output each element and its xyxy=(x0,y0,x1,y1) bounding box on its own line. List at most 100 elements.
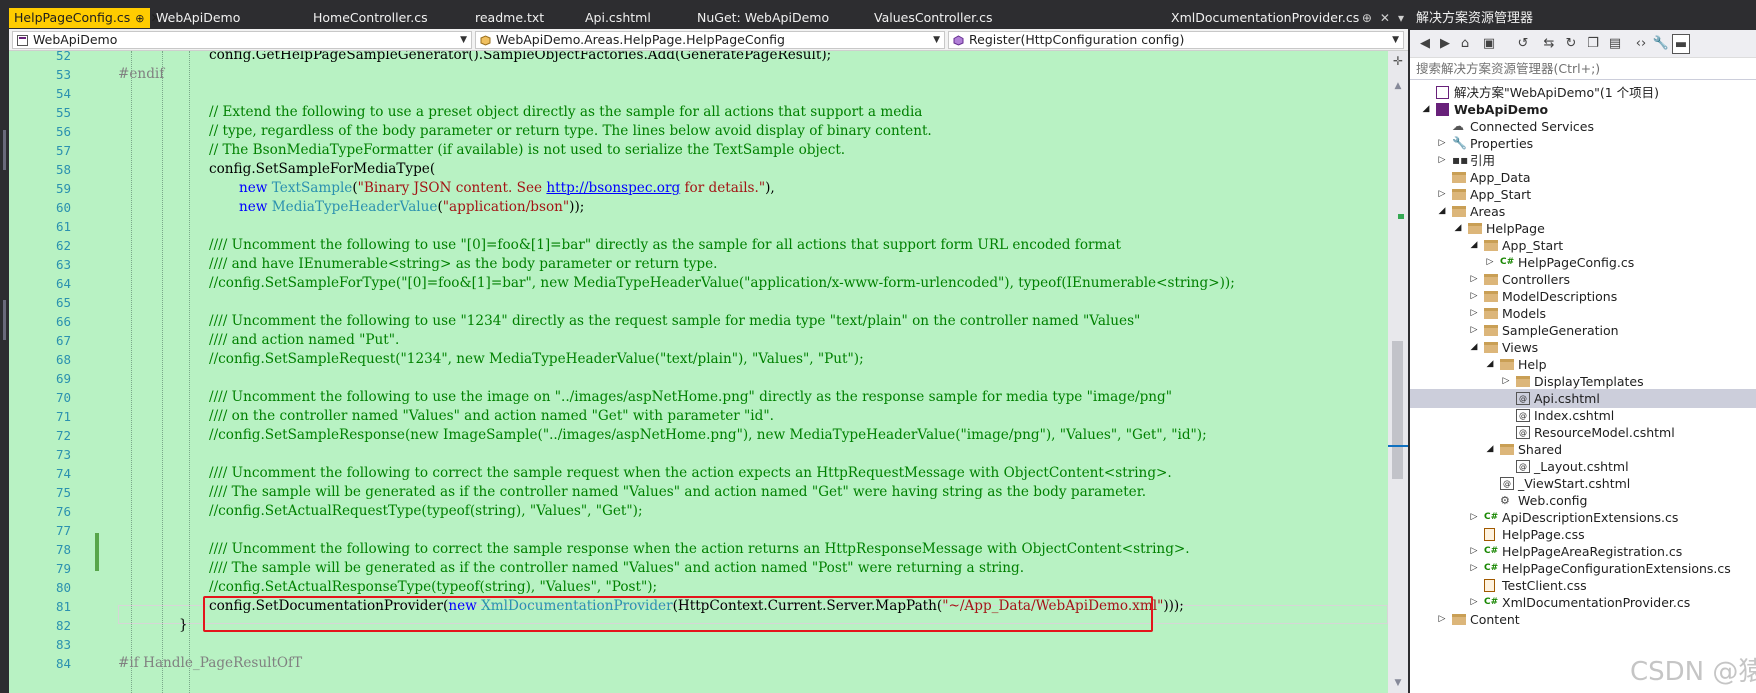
sol-icon xyxy=(1436,86,1449,99)
css-icon xyxy=(1484,528,1495,541)
tab-valuescontroller[interactable]: ValuesController.cs xyxy=(869,8,993,28)
line-number: 76 xyxy=(55,504,71,519)
back-icon[interactable]: ◀ xyxy=(1416,34,1434,54)
line-number: 84 xyxy=(55,656,71,671)
code-line: //config.SetSampleRequest("1234", new Me… xyxy=(209,351,864,367)
member-dropdown-value: Register(HttpConfiguration config) xyxy=(969,32,1185,47)
code-line: } xyxy=(179,617,188,633)
cshtml-icon: @ xyxy=(1516,460,1530,473)
split-window-icon[interactable]: ✛ xyxy=(1391,54,1405,68)
tab-xmldocumentationprovider[interactable]: XmlDocumentationProvider.cs xyxy=(1166,8,1359,28)
line-number: 83 xyxy=(55,637,71,652)
code-line: //config.SetSampleForType("[0]=foo&[1]=b… xyxy=(209,275,1235,291)
tab-readme[interactable]: readme.txt xyxy=(470,8,544,28)
line-number: 59 xyxy=(55,181,71,196)
code-line: //// The sample will be generated as if … xyxy=(209,560,1025,576)
line-number: 52 xyxy=(55,51,71,63)
tab-homecontroller[interactable]: HomeController.cs xyxy=(308,8,428,28)
folder-icon xyxy=(1452,189,1466,200)
line-number: 56 xyxy=(55,124,71,139)
code-line: // type, regardless of the body paramete… xyxy=(209,123,932,139)
line-number: 77 xyxy=(55,523,71,538)
line-number: 67 xyxy=(55,333,71,348)
cs-icon: C# xyxy=(1484,597,1499,607)
ref-icon: ▪▪ xyxy=(1452,153,1469,167)
close-icon[interactable]: ✕ xyxy=(1380,11,1390,25)
code-view-icon[interactable]: ‹› xyxy=(1632,34,1650,54)
folder-icon xyxy=(1452,206,1466,217)
forward-icon[interactable]: ▶ xyxy=(1436,34,1454,54)
solution-explorer-title: 解决方案资源管理器 xyxy=(1410,8,1756,30)
show-all-files-icon[interactable]: ▤ xyxy=(1606,34,1624,54)
scroll-down-arrow-icon[interactable]: ▼ xyxy=(1388,678,1408,688)
type-dropdown[interactable]: WebApiDemo.Areas.HelpPage.HelpPageConfig… xyxy=(475,31,945,49)
sync-icon[interactable]: ⇆ xyxy=(1540,34,1558,54)
document-tab-bar: HelpPageConfig.cs ⊕ ✕ WebApiDemo HomeContr… xyxy=(9,8,1408,28)
member-dropdown[interactable]: Register(HttpConfiguration config) ▼ xyxy=(948,31,1404,49)
left-tool-strip xyxy=(0,0,9,693)
bsonspec-link[interactable]: http://bsonspec.org xyxy=(546,180,680,196)
line-number: 54 xyxy=(55,86,71,101)
line-number: 81 xyxy=(55,599,71,614)
tab-webapidemo[interactable]: WebApiDemo xyxy=(151,8,240,28)
cs-icon: C# xyxy=(1484,546,1499,556)
tree-node[interactable]: ▷ Content xyxy=(1410,610,1756,629)
tab-list-dropdown-icon[interactable]: ▾ xyxy=(1398,11,1404,25)
folder-icon xyxy=(1500,359,1514,370)
cs-icon: C# xyxy=(1484,563,1499,573)
line-number: 55 xyxy=(55,105,71,120)
home-icon[interactable]: ⌂ xyxy=(1456,34,1474,54)
editor-vertical-scrollbar[interactable]: ✛ ▲ ▼ xyxy=(1388,51,1408,693)
code-editor[interactable]: 52 53 54 55 56 57 58 59 60 61 62 63 64 65 66 67 68 69 70 71… xyxy=(9,51,1388,693)
scroll-up-arrow-icon[interactable]: ▲ xyxy=(1388,81,1408,91)
collapse-all-icon[interactable]: ❐ xyxy=(1584,34,1602,54)
tab-label: readme.txt xyxy=(475,10,545,25)
cfg-icon: ⚙ xyxy=(1500,494,1510,507)
collapsed-arrow-icon[interactable]: ▷ xyxy=(1436,610,1448,629)
preview-icon[interactable]: ▬ xyxy=(1672,34,1690,54)
method-icon xyxy=(953,35,964,46)
line-number: 53 xyxy=(55,67,71,82)
code-line: new MediaTypeHeaderValue("application/bs… xyxy=(239,199,585,215)
line-number: 60 xyxy=(55,200,71,215)
tab-bar-icons: ⊕ ✕ ▾ xyxy=(1354,8,1404,28)
code-line: #endif xyxy=(118,66,165,82)
line-number: 71 xyxy=(55,409,71,424)
gear-icon: ☁ xyxy=(1452,119,1464,133)
line-number: 72 xyxy=(55,428,71,443)
tab-helppageconfig[interactable]: HelpPageConfig.cs ⊕ ✕ xyxy=(9,8,161,28)
refresh-icon[interactable]: ↻ xyxy=(1562,34,1580,54)
folder-icon xyxy=(1452,614,1466,625)
solution-explorer-search-input[interactable]: 搜索解决方案资源管理器(Ctrl+;) xyxy=(1410,58,1756,80)
tab-label: NuGet: WebApiDemo xyxy=(697,10,830,25)
code-line: new TextSample("Binary JSON content. See… xyxy=(239,180,775,196)
code-line: config.GetHelpPageSampleGenerator().Samp… xyxy=(209,51,832,63)
switch-views-icon[interactable]: ▣ xyxy=(1480,34,1498,54)
project-dropdown[interactable]: WebApiDemo ▼ xyxy=(12,31,472,49)
scrollbar-thumb[interactable] xyxy=(1392,341,1403,479)
folder-icon xyxy=(1500,444,1514,455)
tab-nuget[interactable]: NuGet: WebApiDemo xyxy=(692,8,829,28)
code-line: //// Uncomment the following to correct … xyxy=(209,541,1190,557)
pin-icon[interactable]: ⊕ xyxy=(1362,11,1372,25)
indent-guide xyxy=(162,51,163,693)
line-number: 80 xyxy=(55,580,71,595)
folder-icon xyxy=(1484,274,1498,285)
tab-label: XmlDocumentationProvider.cs xyxy=(1171,10,1360,25)
cs-icon: C# xyxy=(1484,512,1499,522)
tab-label: Api.cshtml xyxy=(585,10,651,25)
folder-icon xyxy=(1484,240,1498,251)
code-line: //// and have IEnumerable<string> as the… xyxy=(209,256,718,272)
tab-api-cshtml[interactable]: Api.cshtml xyxy=(580,8,651,28)
proj-icon xyxy=(1436,103,1449,116)
cshtml-icon: @ xyxy=(1516,426,1530,439)
cshtml-icon: @ xyxy=(1500,477,1514,490)
cs-icon: C# xyxy=(1500,257,1515,267)
project-dropdown-value: WebApiDemo xyxy=(33,32,118,47)
scroll-caret-marker xyxy=(1388,445,1408,447)
line-number: 79 xyxy=(55,561,71,576)
properties-icon[interactable]: 🔧 xyxy=(1652,34,1670,54)
pending-changes-icon[interactable]: ↺ xyxy=(1514,34,1532,54)
class-icon xyxy=(480,35,491,46)
pin-icon[interactable]: ⊕ xyxy=(135,12,144,25)
